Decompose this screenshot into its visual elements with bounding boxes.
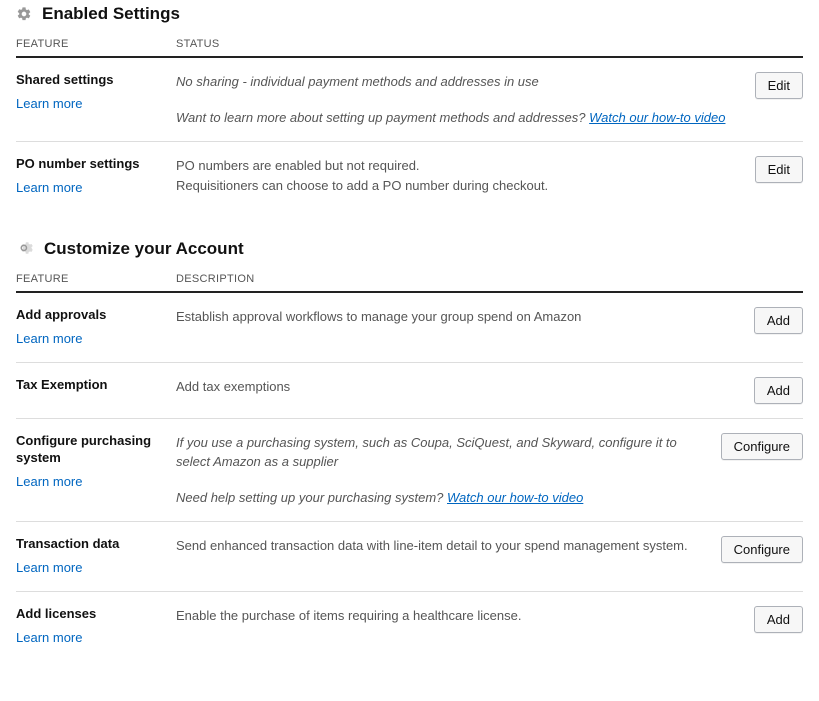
action-cell: Configure bbox=[721, 536, 803, 563]
feature-cell: Add approvals Learn more bbox=[16, 307, 176, 348]
description-cell: Establish approval workflows to manage y… bbox=[176, 307, 754, 327]
video-prompt: Need help setting up your purchasing sys… bbox=[176, 488, 709, 508]
col-feature-header: FEATURE bbox=[16, 38, 176, 50]
feature-name: Add licenses bbox=[16, 606, 168, 623]
edit-button[interactable]: Edit bbox=[755, 72, 803, 99]
add-button[interactable]: Add bbox=[754, 377, 803, 404]
description-text: Send enhanced transaction data with line… bbox=[176, 536, 709, 556]
action-cell: Add bbox=[754, 307, 803, 334]
shared-settings-row: Shared settings Learn more No sharing - … bbox=[16, 58, 803, 142]
action-cell: Edit bbox=[755, 156, 803, 183]
how-to-video-link[interactable]: Watch our how-to video bbox=[589, 110, 725, 125]
col-status-header: STATUS bbox=[176, 38, 803, 50]
description-cell: Send enhanced transaction data with line… bbox=[176, 536, 721, 556]
feature-name: Add approvals bbox=[16, 307, 168, 324]
action-cell: Add bbox=[754, 377, 803, 404]
description-cell: Add tax exemptions bbox=[176, 377, 754, 397]
add-approvals-row: Add approvals Learn more Establish appro… bbox=[16, 293, 803, 363]
feature-name: Transaction data bbox=[16, 536, 168, 553]
status-line2: Requisitioners can choose to add a PO nu… bbox=[176, 176, 743, 196]
add-button[interactable]: Add bbox=[754, 307, 803, 334]
feature-name: Tax Exemption bbox=[16, 377, 168, 394]
status-line1: PO numbers are enabled but not required. bbox=[176, 156, 743, 176]
feature-cell: PO number settings Learn more bbox=[16, 156, 176, 197]
video-prompt: Want to learn more about setting up paym… bbox=[176, 108, 743, 128]
learn-more-link[interactable]: Learn more bbox=[16, 560, 82, 575]
add-licenses-row: Add licenses Learn more Enable the purch… bbox=[16, 592, 803, 661]
status-text: No sharing - individual payment methods … bbox=[176, 72, 743, 92]
learn-more-link[interactable]: Learn more bbox=[16, 331, 82, 346]
action-cell: Configure bbox=[721, 433, 803, 460]
table-header: FEATURE STATUS bbox=[16, 32, 803, 58]
add-button[interactable]: Add bbox=[754, 606, 803, 633]
section-header: Customize your Account bbox=[16, 235, 803, 259]
feature-cell: Shared settings Learn more bbox=[16, 72, 176, 113]
action-cell: Edit bbox=[755, 72, 803, 99]
feature-name: Shared settings bbox=[16, 72, 168, 89]
feature-name: PO number settings bbox=[16, 156, 168, 173]
learn-more-link[interactable]: Learn more bbox=[16, 474, 82, 489]
description-text: Enable the purchase of items requiring a… bbox=[176, 606, 742, 626]
gear-icon bbox=[16, 6, 32, 22]
description-cell: Enable the purchase of items requiring a… bbox=[176, 606, 754, 626]
transaction-data-row: Transaction data Learn more Send enhance… bbox=[16, 522, 803, 592]
section-title: Customize your Account bbox=[44, 239, 244, 259]
tax-exemption-row: Tax Exemption Add tax exemptions Add bbox=[16, 363, 803, 419]
purchasing-system-row: Configure purchasing system Learn more I… bbox=[16, 419, 803, 523]
feature-name: Configure purchasing system bbox=[16, 433, 168, 467]
status-cell: PO numbers are enabled but not required.… bbox=[176, 156, 755, 195]
how-to-video-link[interactable]: Watch our how-to video bbox=[447, 490, 583, 505]
section-title: Enabled Settings bbox=[42, 4, 180, 24]
action-cell: Add bbox=[754, 606, 803, 633]
configure-button[interactable]: Configure bbox=[721, 433, 803, 460]
table-header: FEATURE DESCRIPTION bbox=[16, 267, 803, 293]
col-description-header: DESCRIPTION bbox=[176, 273, 803, 285]
edit-button[interactable]: Edit bbox=[755, 156, 803, 183]
section-header: Enabled Settings bbox=[16, 0, 803, 24]
learn-more-link[interactable]: Learn more bbox=[16, 180, 82, 195]
description-text: If you use a purchasing system, such as … bbox=[176, 433, 709, 472]
col-feature-header: FEATURE bbox=[16, 273, 176, 285]
feature-cell: Transaction data Learn more bbox=[16, 536, 176, 577]
description-text: Add tax exemptions bbox=[176, 377, 742, 397]
learn-more-link[interactable]: Learn more bbox=[16, 96, 82, 111]
gears-icon bbox=[16, 240, 34, 258]
status-cell: No sharing - individual payment methods … bbox=[176, 72, 755, 127]
customize-account-section: Customize your Account FEATURE DESCRIPTI… bbox=[16, 235, 803, 661]
feature-cell: Configure purchasing system Learn more bbox=[16, 433, 176, 491]
feature-cell: Tax Exemption bbox=[16, 377, 176, 400]
prompt-text: Need help setting up your purchasing sys… bbox=[176, 490, 447, 505]
configure-button[interactable]: Configure bbox=[721, 536, 803, 563]
learn-more-link[interactable]: Learn more bbox=[16, 630, 82, 645]
prompt-text: Want to learn more about setting up paym… bbox=[176, 110, 589, 125]
description-cell: If you use a purchasing system, such as … bbox=[176, 433, 721, 508]
feature-cell: Add licenses Learn more bbox=[16, 606, 176, 647]
enabled-settings-section: Enabled Settings FEATURE STATUS Shared s… bbox=[16, 0, 803, 211]
po-number-row: PO number settings Learn more PO numbers… bbox=[16, 142, 803, 211]
description-text: Establish approval workflows to manage y… bbox=[176, 307, 742, 327]
